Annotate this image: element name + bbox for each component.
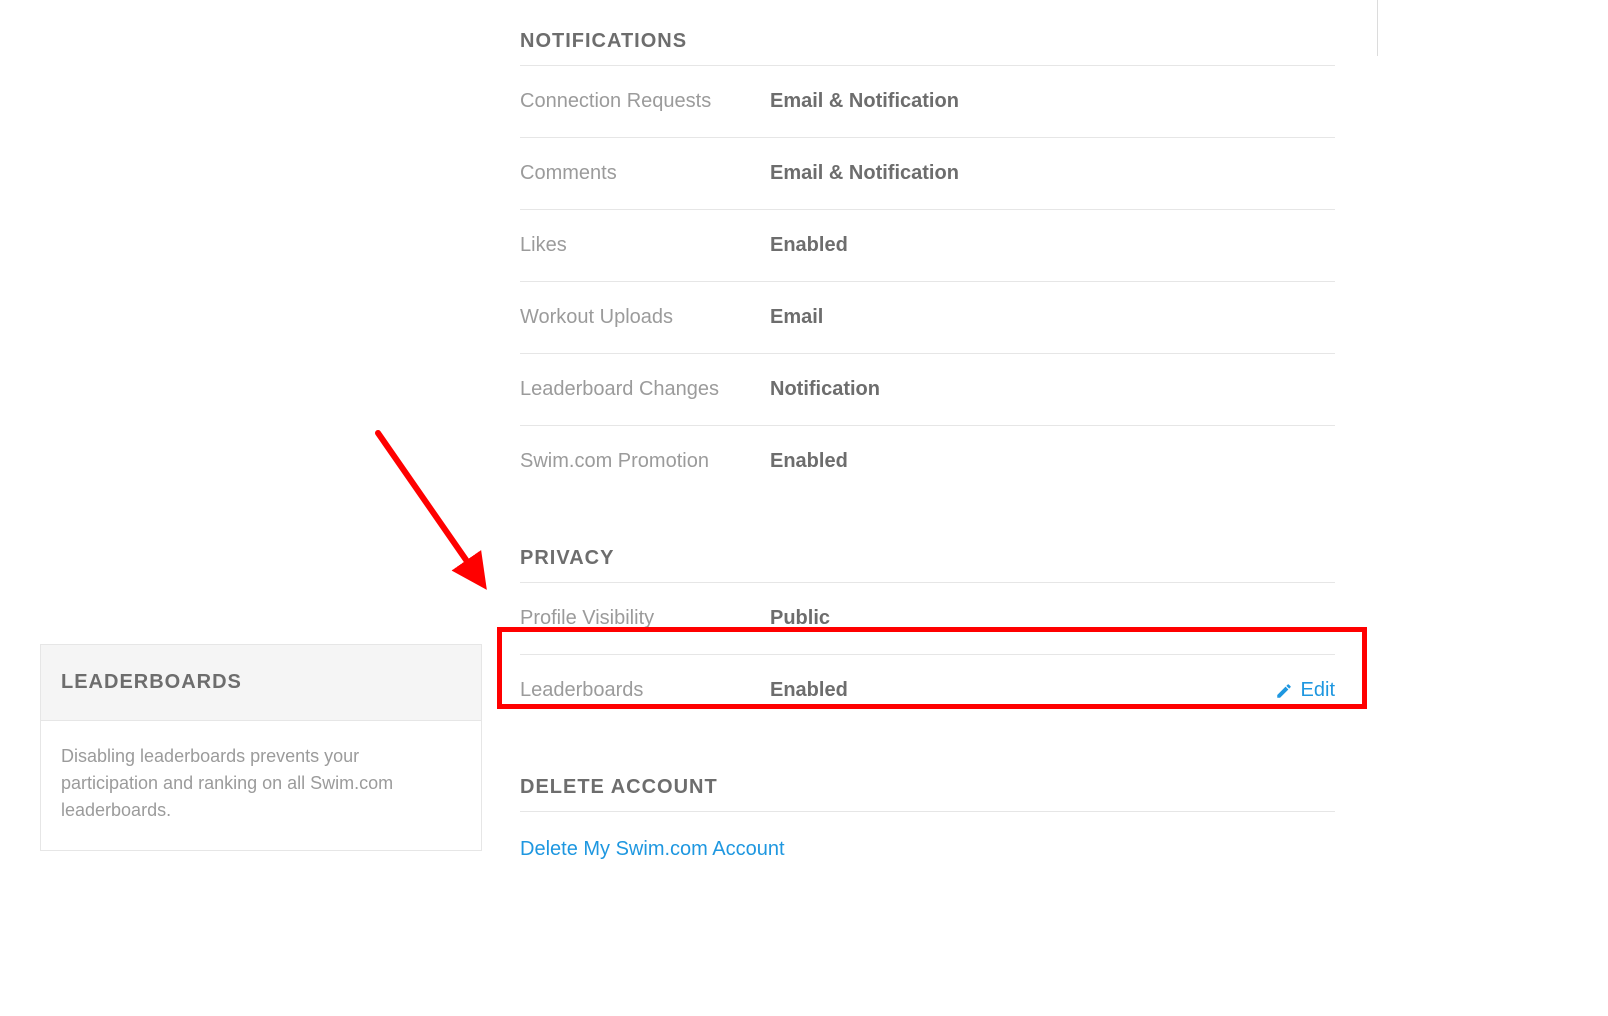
- value-comments: Email & Notification: [770, 162, 1335, 185]
- leaderboards-info-body: Disabling leaderboards prevents your par…: [41, 721, 481, 850]
- label-likes: Likes: [520, 234, 770, 257]
- leaderboards-info-header: LEADERBOARDS: [41, 645, 481, 721]
- label-leaderboards: Leaderboards: [520, 679, 770, 702]
- delete-account-header: DELETE ACCOUNT: [520, 766, 1335, 812]
- value-connection-requests: Email & Notification: [770, 90, 1335, 113]
- notifications-section: NOTIFICATIONS Connection Requests Email …: [520, 20, 1335, 497]
- settings-main-column: NOTIFICATIONS Connection Requests Email …: [520, 20, 1335, 861]
- label-workout-uploads: Workout Uploads: [520, 306, 770, 329]
- label-comments: Comments: [520, 162, 770, 185]
- panel-divider: [1377, 0, 1378, 56]
- value-profile-visibility: Public: [770, 607, 1335, 630]
- value-swimcom-promotion: Enabled: [770, 450, 1335, 473]
- row-profile-visibility[interactable]: Profile Visibility Public: [520, 583, 1335, 655]
- value-workout-uploads: Email: [770, 306, 1335, 329]
- label-profile-visibility: Profile Visibility: [520, 607, 770, 630]
- pencil-icon: [1275, 682, 1293, 700]
- annotation-arrow-icon: [370, 425, 500, 600]
- privacy-section: PRIVACY Profile Visibility Public Leader…: [520, 537, 1335, 726]
- row-connection-requests[interactable]: Connection Requests Email & Notification: [520, 66, 1335, 138]
- row-likes[interactable]: Likes Enabled: [520, 210, 1335, 282]
- label-leaderboard-changes: Leaderboard Changes: [520, 378, 770, 401]
- notifications-header: NOTIFICATIONS: [520, 20, 1335, 66]
- delete-account-section: DELETE ACCOUNT Delete My Swim.com Accoun…: [520, 766, 1335, 861]
- edit-leaderboards-button[interactable]: Edit: [1275, 679, 1335, 702]
- label-swimcom-promotion: Swim.com Promotion: [520, 450, 770, 473]
- row-leaderboards[interactable]: Leaderboards Enabled Edit: [520, 655, 1335, 726]
- value-leaderboard-changes: Notification: [770, 378, 1335, 401]
- edit-label: Edit: [1301, 679, 1335, 702]
- value-leaderboards: Enabled: [770, 679, 1275, 702]
- delete-account-link[interactable]: Delete My Swim.com Account: [520, 838, 785, 861]
- leaderboards-info-card: LEADERBOARDS Disabling leaderboards prev…: [40, 644, 482, 851]
- label-connection-requests: Connection Requests: [520, 90, 770, 113]
- row-workout-uploads[interactable]: Workout Uploads Email: [520, 282, 1335, 354]
- privacy-header: PRIVACY: [520, 537, 1335, 583]
- row-swimcom-promotion[interactable]: Swim.com Promotion Enabled: [520, 426, 1335, 497]
- row-leaderboard-changes[interactable]: Leaderboard Changes Notification: [520, 354, 1335, 426]
- row-comments[interactable]: Comments Email & Notification: [520, 138, 1335, 210]
- value-likes: Enabled: [770, 234, 1335, 257]
